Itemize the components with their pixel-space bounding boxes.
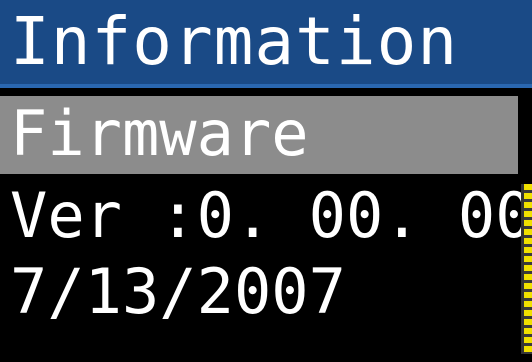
info-panel: Firmware Ver :0. 00. 00 7/13/2007 — [0, 88, 532, 362]
menu-item-firmware[interactable]: Firmware — [0, 96, 518, 174]
page-title: Information — [10, 3, 459, 80]
firmware-date: 7/13/2007 — [10, 255, 346, 328]
firmware-version: Ver :0. 00. 00 — [10, 179, 532, 252]
menu-item-label: Firmware — [10, 97, 309, 170]
scrollbar[interactable] — [524, 184, 532, 354]
device-screen: Information Firmware Ver :0. 00. 00 7/13… — [0, 0, 532, 362]
title-bar: Information — [0, 0, 532, 88]
